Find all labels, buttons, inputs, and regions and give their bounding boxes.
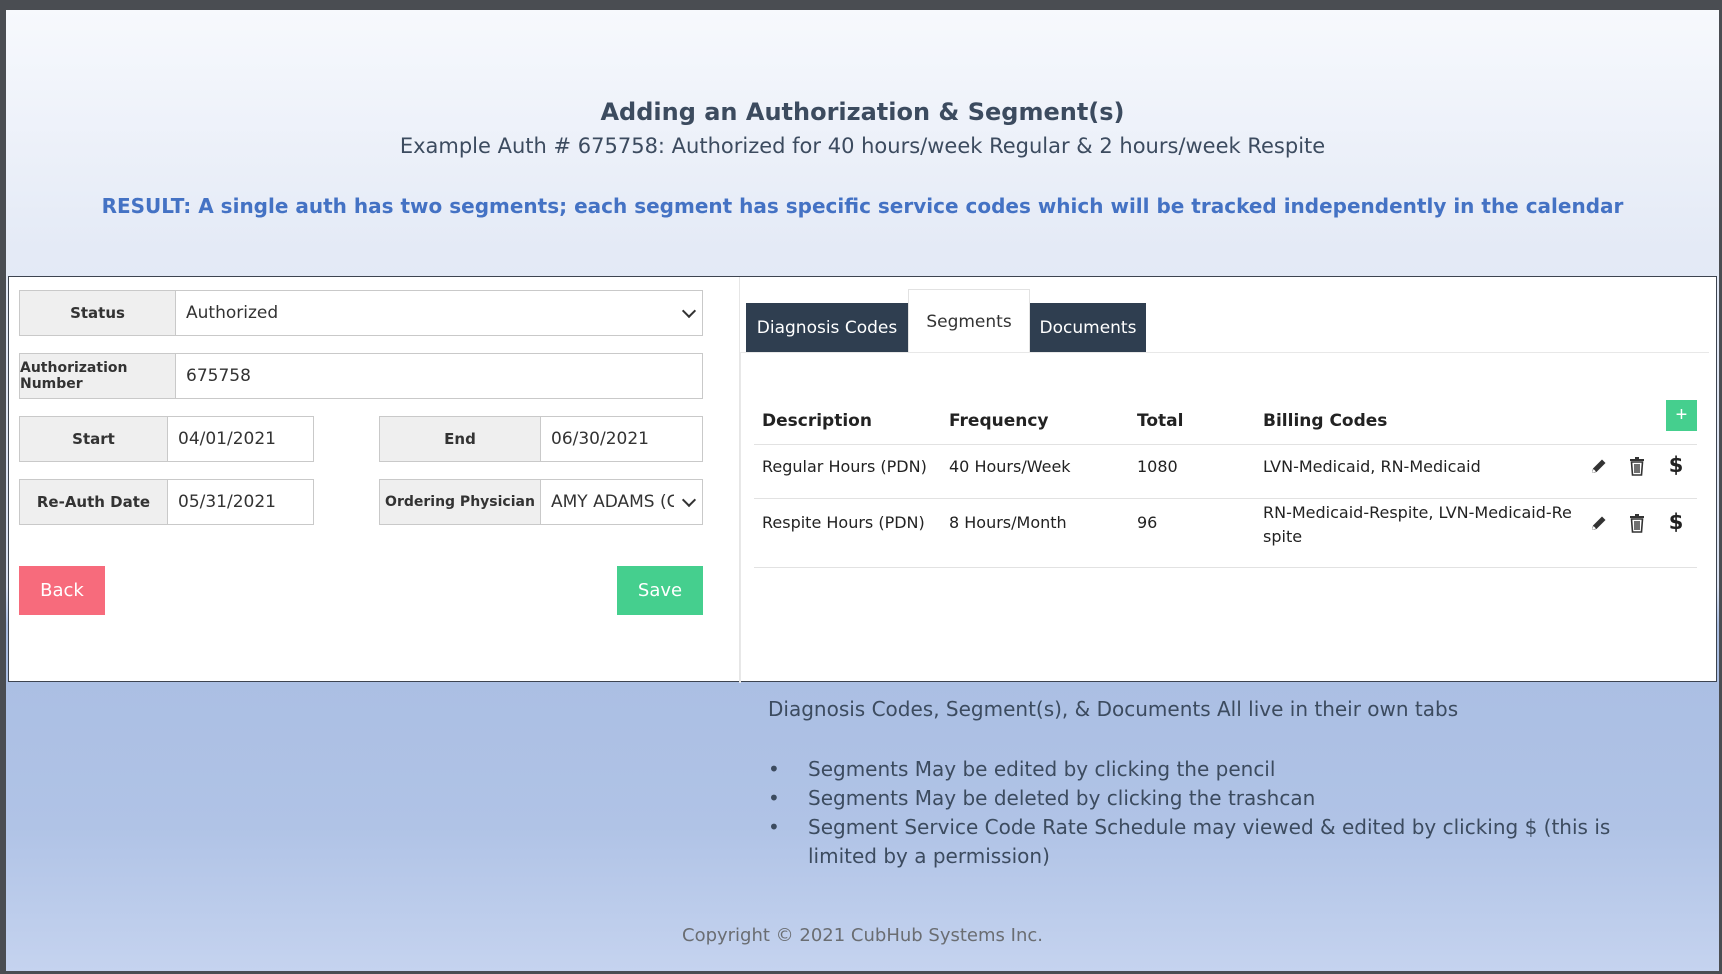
tab-documents[interactable]: Documents <box>1030 303 1146 353</box>
trash-icon[interactable] <box>1626 512 1648 534</box>
bullet-item: Segments May be edited by clicking the p… <box>768 755 1618 784</box>
notes-bullets: Segments May be edited by clicking the p… <box>768 755 1618 871</box>
rate-schedule-button[interactable]: $ <box>1665 453 1687 477</box>
bullet-item: Segments May be deleted by clicking the … <box>768 784 1618 813</box>
row-divider <box>754 498 1697 499</box>
start-date-input[interactable]: 04/01/2021 <box>167 416 314 462</box>
column-header-description: Description <box>762 411 872 431</box>
segment-billing-codes: RN-Medicaid-Respite, LVN-Medicaid-Re spi… <box>1263 501 1572 549</box>
row-divider <box>754 444 1697 445</box>
tab-segments[interactable]: Segments <box>908 289 1030 353</box>
copyright: Copyright © 2021 CubHub Systems Inc. <box>682 925 1043 946</box>
start-label: Start <box>19 416 168 462</box>
tab-diagnosis-codes[interactable]: Diagnosis Codes <box>746 303 908 353</box>
chevron-down-icon <box>681 303 697 319</box>
row-divider <box>754 567 1697 568</box>
auth-number-input[interactable]: 675758 <box>175 353 703 399</box>
status-select[interactable]: Authorized <box>175 290 703 336</box>
status-label: Status <box>19 290 176 336</box>
end-label: End <box>379 416 541 462</box>
segment-billing-codes: LVN-Medicaid, RN-Medicaid <box>1263 457 1481 476</box>
authorization-app: Status Authorized Authorization Number 6… <box>8 276 1718 683</box>
reauth-label: Re-Auth Date <box>19 479 168 525</box>
reauth-date-input[interactable]: 05/31/2021 <box>167 479 314 525</box>
segment-total: 1080 <box>1137 457 1178 476</box>
slide-title: Adding an Authorization & Segment(s) <box>600 98 1125 126</box>
segment-description: Regular Hours (PDN) <box>762 457 927 476</box>
auth-number-label: Authorization Number <box>19 353 176 399</box>
physician-label: Ordering Physician <box>379 479 541 525</box>
detail-panel: Diagnosis Codes Segments Documents + Des… <box>739 277 1718 683</box>
physician-select[interactable]: AMY ADAMS (C <box>540 479 703 525</box>
trash-icon[interactable] <box>1626 455 1648 477</box>
physician-value: AMY ADAMS (C <box>551 492 674 512</box>
notes: Diagnosis Codes, Segment(s), & Documents… <box>768 697 1610 868</box>
result-statement: RESULT: A single auth has two segments; … <box>101 194 1624 218</box>
billing-codes-line: RN-Medicaid-Respite, LVN-Medicaid-Re <box>1263 503 1572 522</box>
slide-subtitle: Example Auth # 675758: Authorized for 40… <box>399 134 1326 158</box>
segment-frequency: 40 Hours/Week <box>949 457 1071 476</box>
bullet-item: Segment Service Code Rate Schedule may v… <box>768 813 1618 871</box>
notes-heading: Diagnosis Codes, Segment(s), & Documents… <box>768 697 1459 721</box>
column-header-frequency: Frequency <box>949 411 1049 431</box>
chevron-down-icon <box>681 492 697 508</box>
segment-total: 96 <box>1137 513 1158 532</box>
add-segment-button[interactable]: + <box>1666 400 1697 431</box>
status-value: Authorized <box>186 303 279 323</box>
slide: Adding an Authorization & Segment(s) Exa… <box>6 10 1719 971</box>
rate-schedule-button[interactable]: $ <box>1665 510 1687 534</box>
column-header-total: Total <box>1137 411 1184 431</box>
segment-description: Respite Hours (PDN) <box>762 513 925 532</box>
billing-codes-line: spite <box>1263 527 1303 546</box>
column-header-billing-codes: Billing Codes <box>1263 411 1388 431</box>
segment-frequency: 8 Hours/Month <box>949 513 1067 532</box>
pencil-icon[interactable] <box>1588 512 1610 534</box>
save-button[interactable]: Save <box>617 566 703 615</box>
end-date-input[interactable]: 06/30/2021 <box>540 416 703 462</box>
back-button[interactable]: Back <box>19 566 105 615</box>
pencil-icon[interactable] <box>1588 455 1610 477</box>
